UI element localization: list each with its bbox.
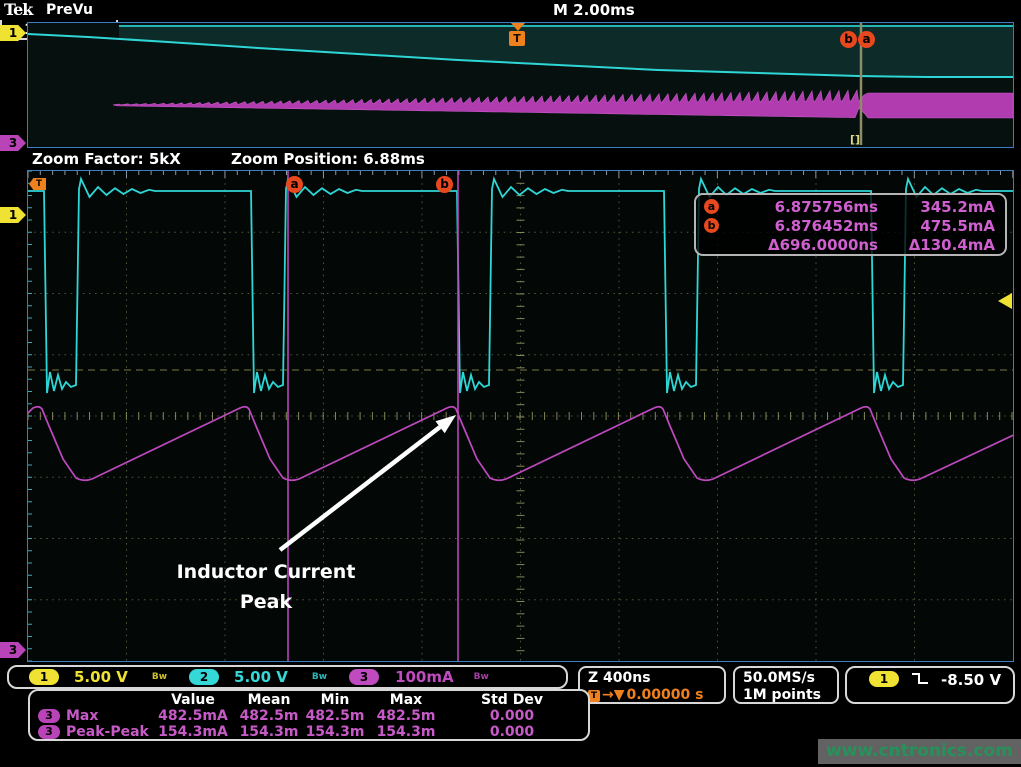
- trigger-level-arrow-icon[interactable]: [998, 293, 1012, 309]
- falling-edge-icon: [911, 671, 929, 686]
- trigger-delay-readout: T →▼ 0.00000 s: [588, 687, 716, 704]
- measurements-header-row: Value Mean Min Max Std Dev: [38, 692, 580, 708]
- zoom-info-bar: Zoom Factor: 5kX Zoom Position: 6.88ms: [27, 148, 1014, 170]
- inductor-current-peak-annotation: Inductor Current Peak: [116, 557, 416, 617]
- ch1-position-marker-main[interactable]: 1: [0, 207, 26, 223]
- measurement-row-peak-peak: 3Peak-Peak 154.3mA 154.3m 154.3m 154.3m …: [38, 724, 580, 740]
- meas-min: 482.5m: [302, 708, 368, 724]
- record-length: 1M points: [743, 687, 829, 704]
- overview-cursor-b-badge[interactable]: b: [840, 31, 857, 48]
- acquisition-info-box: 50.0MS/s 1M points: [733, 666, 839, 704]
- cursor-readout-box: a 6.875756ms 345.2mA b 6.876452ms 475.5m…: [694, 193, 1007, 256]
- overview-cursor-a-badge[interactable]: a: [858, 31, 875, 48]
- col-max: Max: [368, 692, 444, 708]
- meas-mean: 154.3m: [236, 724, 302, 740]
- meas-name: Peak-Peak: [66, 724, 149, 740]
- cursor-a-icon: a: [704, 199, 719, 214]
- ch3-meas-badge: 3: [38, 725, 60, 739]
- main-cursor-a-badge[interactable]: a: [286, 176, 303, 193]
- trigger-delay-value: 0.00000 s: [627, 687, 704, 704]
- cursor-a-value: 345.2mA: [878, 198, 995, 216]
- meas-stddev: 0.000: [444, 708, 580, 724]
- ch1-bandwidth-limit-icon: Bw: [152, 672, 167, 682]
- ch3-current-envelope: [113, 90, 1013, 118]
- trigger-source-badge[interactable]: 1: [869, 671, 899, 687]
- cursor-a-time: 6.875756ms: [728, 198, 878, 216]
- zoom-scale-readout: Z 400ns: [588, 670, 716, 687]
- oscilloscope-screen: Tek PreVu M 2.00ms T b a [] 1 3 1 3 Zoom…: [0, 0, 1021, 40]
- ch1-scale: 5.00 V: [74, 668, 128, 686]
- cursor-b-time: 6.876452ms: [728, 217, 878, 235]
- overview-window: T b a []: [27, 22, 1014, 148]
- ch3-badge[interactable]: 3: [349, 669, 379, 685]
- meas-mean: 482.5m: [236, 708, 302, 724]
- col-stddev: Std Dev: [444, 692, 580, 708]
- zoom-window-bracket-icon[interactable]: []: [850, 133, 860, 146]
- trigger-t-icon: T: [509, 31, 525, 46]
- annotation-arrow-shaft: [280, 427, 440, 550]
- zoom-waveform-window: T a b a 6.875756ms 345.2mA b 6.876452ms …: [27, 170, 1014, 662]
- cursor-b-icon: b: [704, 218, 719, 233]
- meas-max: 482.5m: [368, 708, 444, 724]
- cursor-delta-row: Δ696.0000ns Δ130.4mA: [704, 235, 995, 254]
- meas-stddev: 0.000: [444, 724, 580, 740]
- meas-value: 482.5mA: [150, 708, 236, 724]
- zoom-factor-label: Zoom Factor: 5kX: [32, 150, 181, 168]
- ch3-position-marker-overview[interactable]: 3: [0, 135, 26, 151]
- col-mean: Mean: [236, 692, 302, 708]
- col-min: Min: [302, 692, 368, 708]
- arrow-triangle-icon: →▼: [602, 687, 625, 704]
- trigger-level-value: -8.50 V: [941, 671, 1001, 689]
- channel-scale-bar: 1 5.00 V Bw 2 5.00 V Bw 3 100mA Bw: [7, 665, 568, 689]
- ch2-bandwidth-limit-icon: Bw: [312, 672, 327, 682]
- ch3-bandwidth-limit-icon: Bw: [474, 672, 489, 682]
- tek-logo: Tek: [4, 0, 32, 19]
- annotation-line1: Inductor Current: [116, 557, 416, 587]
- ch1-badge[interactable]: 1: [29, 669, 59, 685]
- cursor-b-readout-row: b 6.876452ms 475.5mA: [704, 216, 995, 235]
- ch2-scale: 5.00 V: [234, 668, 288, 686]
- meas-min: 154.3m: [302, 724, 368, 740]
- trigger-arrow-icon: [511, 23, 525, 31]
- delta-time: Δ696.0000ns: [728, 236, 878, 254]
- sample-rate: 50.0MS/s: [743, 670, 829, 687]
- cursor-b-value: 475.5mA: [878, 217, 995, 235]
- ch2-badge[interactable]: 2: [189, 669, 219, 685]
- cursor-a-readout-row: a 6.875756ms 345.2mA: [704, 197, 995, 216]
- meas-value: 154.3mA: [150, 724, 236, 740]
- acquisition-status: PreVu: [46, 2, 93, 18]
- main-cursor-b-badge[interactable]: b: [436, 176, 453, 193]
- ch3-scale: 100mA: [395, 668, 454, 686]
- meas-name: Max: [66, 708, 98, 724]
- ch3-position-marker-main[interactable]: 3: [0, 642, 26, 658]
- zoom-timebase-box: Z 400ns T →▼ 0.00000 s: [578, 666, 726, 704]
- ch3-meas-badge: 3: [38, 709, 60, 723]
- measurements-table: Value Mean Min Max Std Dev 3 Max 482.5mA …: [28, 689, 590, 741]
- top-status-bar: Tek PreVu M 2.00ms: [0, 0, 1021, 20]
- meas-max: 154.3m: [368, 724, 444, 740]
- ch2-envelope-fill: [119, 27, 1013, 77]
- delta-value: Δ130.4mA: [878, 236, 995, 254]
- zoom-position-label: Zoom Position: 6.88ms: [231, 150, 425, 168]
- measurement-row-max: 3 Max 482.5mA 482.5m 482.5m 482.5m 0.000: [38, 708, 580, 724]
- col-value: Value: [150, 692, 236, 708]
- timebase-readout: M 2.00ms: [553, 1, 635, 19]
- annotation-line2: Peak: [116, 587, 416, 617]
- watermark: www.cntronics.com: [818, 739, 1021, 764]
- trigger-position-marker[interactable]: T: [509, 23, 527, 49]
- trigger-info-box: 1 -8.50 V: [845, 666, 1015, 704]
